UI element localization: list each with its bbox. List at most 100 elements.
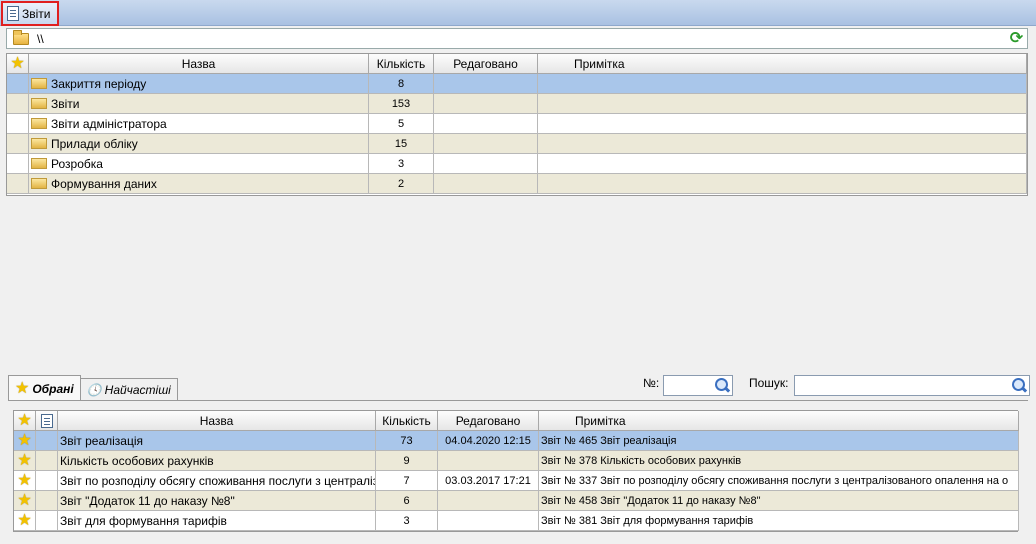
- folder-row[interactable]: Звіти 153: [7, 94, 1027, 114]
- refresh-icon[interactable]: ⟳: [1008, 30, 1025, 47]
- report-type-column-header[interactable]: [36, 411, 58, 431]
- folder-row[interactable]: Закриття періоду 8: [7, 74, 1027, 94]
- star-icon: ★: [17, 411, 32, 429]
- folder-icon: [31, 138, 47, 149]
- reports-grid: ★ Назва Кількість Редаговано Примітка ★ З…: [13, 410, 1019, 532]
- tab-favorites[interactable]: ★ Обрані: [8, 375, 81, 401]
- folder-note: [538, 174, 1027, 194]
- folder-edited: [434, 154, 538, 174]
- folder-row[interactable]: Розробка 3: [7, 154, 1027, 174]
- report-count: 73: [376, 431, 438, 451]
- folder-note: [538, 74, 1027, 94]
- folder-edited: [434, 174, 538, 194]
- star-icon: ★: [10, 54, 25, 72]
- folders-grid-header: ★ Назва Кількість Редаговано Примітка: [7, 54, 1027, 74]
- report-type-cell: [36, 431, 58, 451]
- reports-window-tab[interactable]: Звіти: [1, 1, 59, 26]
- star-icon[interactable]: ★: [17, 492, 31, 509]
- favorite-cell[interactable]: [7, 174, 29, 194]
- report-count: 3: [376, 511, 438, 531]
- favorite-column-header[interactable]: ★: [7, 54, 29, 74]
- report-row[interactable]: ★ Звіт для формування тарифів 3 Звіт № 381 …: [14, 511, 1019, 531]
- column-header-name[interactable]: Назва: [29, 54, 369, 74]
- folder-name-cell[interactable]: Звіти адміністратора: [29, 114, 369, 134]
- report-name[interactable]: Звіт реалізація: [58, 431, 376, 451]
- star-icon[interactable]: ★: [17, 472, 31, 489]
- folder-name-cell[interactable]: Розробка: [29, 154, 369, 174]
- report-edited: [438, 491, 539, 511]
- search-icon[interactable]: [1010, 377, 1027, 394]
- search-input[interactable]: [794, 375, 1030, 396]
- folder-name-cell[interactable]: Формування даних: [29, 174, 369, 194]
- report-edited: [438, 511, 539, 531]
- report-row[interactable]: ★ Звіт реалізація 73 04.04.2020 12:15 Звіт №…: [14, 431, 1019, 451]
- path-value: \\: [37, 31, 44, 46]
- folder-count: 8: [369, 74, 434, 94]
- folder-note: [538, 114, 1027, 134]
- folder-row[interactable]: Прилади обліку 15: [7, 134, 1027, 154]
- favorite-cell[interactable]: ★: [14, 491, 36, 511]
- favorite-cell[interactable]: [7, 154, 29, 174]
- report-row[interactable]: ★ Звіт по розподілу обсягу споживання пос…: [14, 471, 1019, 491]
- report-type-cell: [36, 511, 58, 531]
- folder-row[interactable]: Звіти адміністратора 5: [7, 114, 1027, 134]
- favorite-cell[interactable]: [7, 114, 29, 134]
- folder-name-cell[interactable]: Закриття періоду: [29, 74, 369, 94]
- tab-most-frequent[interactable]: 🕓 Найчастіші: [80, 378, 178, 401]
- column-header-count[interactable]: Кількість: [376, 411, 438, 431]
- report-note: Звіт № 465 Звіт реалізація: [539, 431, 1019, 451]
- folder-count: 5: [369, 114, 434, 134]
- folder-name-cell[interactable]: Звіти: [29, 94, 369, 114]
- column-header-name[interactable]: Назва: [58, 411, 376, 431]
- report-note: Звіт № 381 Звіт для формування тарифів: [539, 511, 1019, 531]
- path-bar[interactable]: \\ ⟳: [6, 28, 1028, 49]
- folder-edited: [434, 134, 538, 154]
- search-icon[interactable]: [713, 377, 730, 394]
- number-filter-input[interactable]: [663, 375, 733, 396]
- folder-note: [538, 134, 1027, 154]
- star-icon[interactable]: ★: [17, 512, 31, 529]
- folder-row[interactable]: Формування даних 2: [7, 174, 1027, 194]
- column-header-edited[interactable]: Редаговано: [434, 54, 538, 74]
- folder-count: 15: [369, 134, 434, 154]
- report-name[interactable]: Кількість особових рахунків: [58, 451, 376, 471]
- folder-edited: [434, 94, 538, 114]
- report-row[interactable]: ★ Звіт "Додаток 11 до наказу №8" 6 Звіт № 4…: [14, 491, 1019, 511]
- folder-count: 153: [369, 94, 434, 114]
- folder-name-cell[interactable]: Прилади обліку: [29, 134, 369, 154]
- favorite-cell[interactable]: [7, 94, 29, 114]
- favorite-cell[interactable]: ★: [14, 451, 36, 471]
- star-icon[interactable]: ★: [17, 452, 31, 469]
- star-icon: ★: [15, 379, 30, 397]
- report-edited: [438, 451, 539, 471]
- report-name[interactable]: Звіт по розподілу обсягу споживання посл…: [58, 471, 376, 491]
- column-header-note[interactable]: Примітка: [539, 411, 1019, 431]
- column-header-edited[interactable]: Редаговано: [438, 411, 539, 431]
- column-header-note[interactable]: Примітка: [538, 54, 1027, 74]
- report-type-cell: [36, 471, 58, 491]
- report-document-icon: [40, 413, 53, 428]
- star-icon[interactable]: ★: [17, 432, 31, 449]
- tab-most-frequent-label: Найчастіші: [104, 383, 171, 397]
- favorite-cell[interactable]: [7, 74, 29, 94]
- favorite-cell[interactable]: ★: [14, 471, 36, 491]
- column-header-count[interactable]: Кількість: [369, 54, 434, 74]
- favorite-cell[interactable]: [7, 134, 29, 154]
- folder-icon: [31, 98, 47, 109]
- folder-name: Закриття періоду: [51, 76, 147, 91]
- folder-icon: [13, 29, 29, 45]
- folder-icon: [31, 118, 47, 129]
- favorite-column-header[interactable]: ★: [14, 411, 36, 431]
- favorite-cell[interactable]: ★: [14, 431, 36, 451]
- report-count: 9: [376, 451, 438, 471]
- favorite-cell[interactable]: ★: [14, 511, 36, 531]
- tab-favorites-label: Обрані: [32, 381, 74, 396]
- number-filter-label: №:: [643, 376, 660, 390]
- report-name[interactable]: Звіт "Додаток 11 до наказу №8": [58, 491, 376, 511]
- tab-divider: [8, 400, 1028, 401]
- reports-window-tab-label: Звіти: [22, 6, 51, 21]
- report-name[interactable]: Звіт для формування тарифів: [58, 511, 376, 531]
- report-row[interactable]: ★ Кількість особових рахунків 9 Звіт № 378 …: [14, 451, 1019, 471]
- folder-name: Прилади обліку: [51, 136, 138, 151]
- report-note: Звіт № 337 Звіт по розподілу обсягу спож…: [539, 471, 1019, 491]
